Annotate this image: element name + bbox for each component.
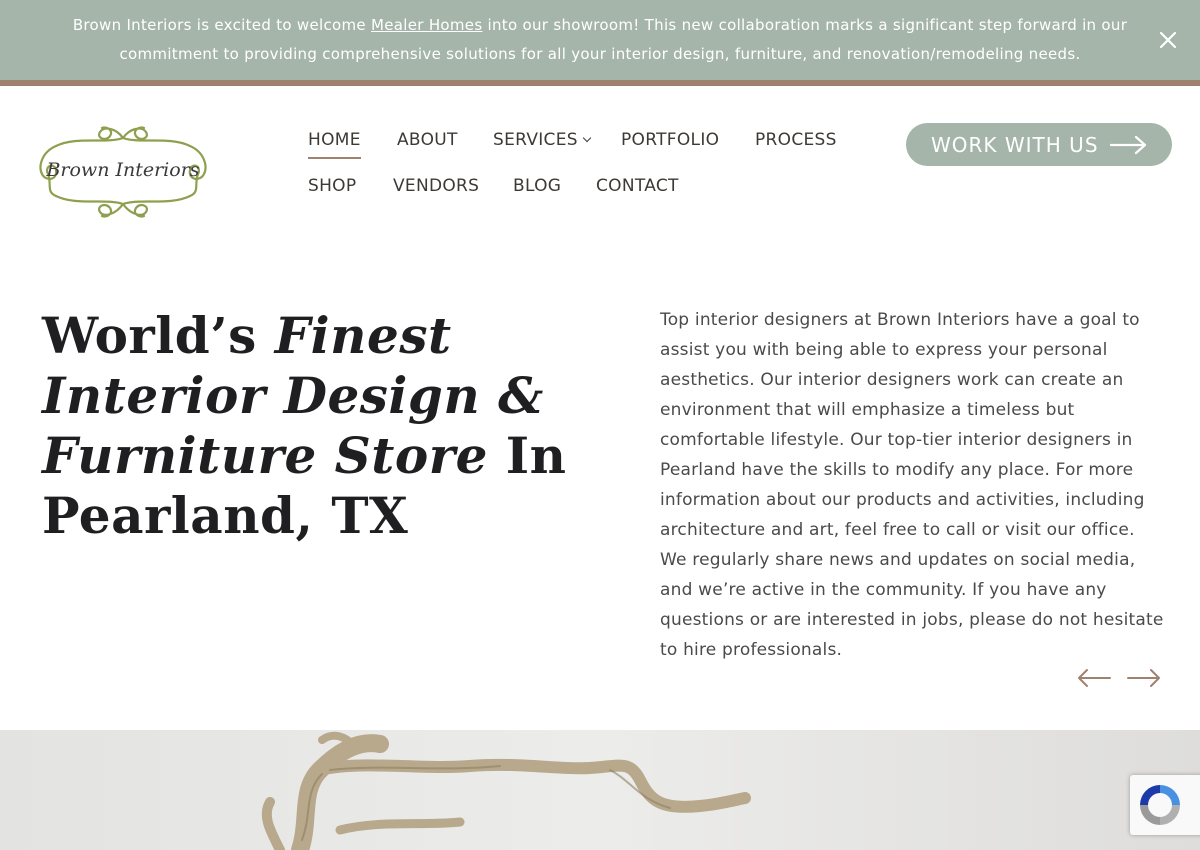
nav-item-contact[interactable]: CONTACT [596, 176, 679, 196]
arrow-left-icon[interactable] [1076, 666, 1112, 690]
brown-interiors-logo[interactable]: Brown Interiors [36, 120, 210, 224]
logo-text: Brown Interiors [45, 159, 199, 181]
nav-item-process[interactable]: PROCESS [755, 130, 837, 150]
nav-item-blog[interactable]: BLOG [513, 176, 561, 196]
driftwood-image [261, 731, 751, 850]
recaptcha-icon [1140, 785, 1180, 825]
nav-item-vendors[interactable]: VENDORS [393, 176, 479, 196]
recaptcha-badge[interactable] [1130, 775, 1200, 835]
nav-item-shop[interactable]: SHOP [308, 176, 356, 196]
logo-ornament-icon: Brown Interiors [39, 126, 207, 218]
arrow-right-icon[interactable] [1126, 666, 1162, 690]
work-with-us-button[interactable]: WORK WITH US [906, 123, 1172, 166]
work-with-us-label: WORK WITH US [931, 133, 1099, 157]
mealer-homes-link[interactable]: Mealer Homes [371, 16, 482, 34]
hero-description: Top interior designers at Brown Interior… [660, 310, 1164, 660]
announcement-text-before: Brown Interiors is excited to welcome [72, 16, 372, 34]
nav-item-about[interactable]: ABOUT [397, 130, 458, 150]
nav-item-services-label: SERVICES [493, 130, 578, 150]
close-icon[interactable] [1156, 28, 1180, 52]
chevron-down-icon [582, 133, 592, 143]
announcement-bar: Brown Interiors is excited to welcome Me… [0, 0, 1200, 80]
nav-item-home[interactable]: HOME [308, 130, 361, 159]
hero-heading: World’s Finest Interior Design & Furnitu… [42, 306, 602, 546]
nav-item-portfolio[interactable]: PORTFOLIO [621, 130, 719, 150]
hero-image [0, 730, 1200, 850]
arrow-right-icon [1109, 135, 1147, 155]
nav-item-services[interactable]: SERVICES [493, 130, 592, 150]
hero-heading-part1: World’s [42, 306, 275, 365]
announcement-divider [0, 80, 1200, 86]
announcement-text: Brown Interiors is excited to welcome Me… [60, 11, 1140, 69]
